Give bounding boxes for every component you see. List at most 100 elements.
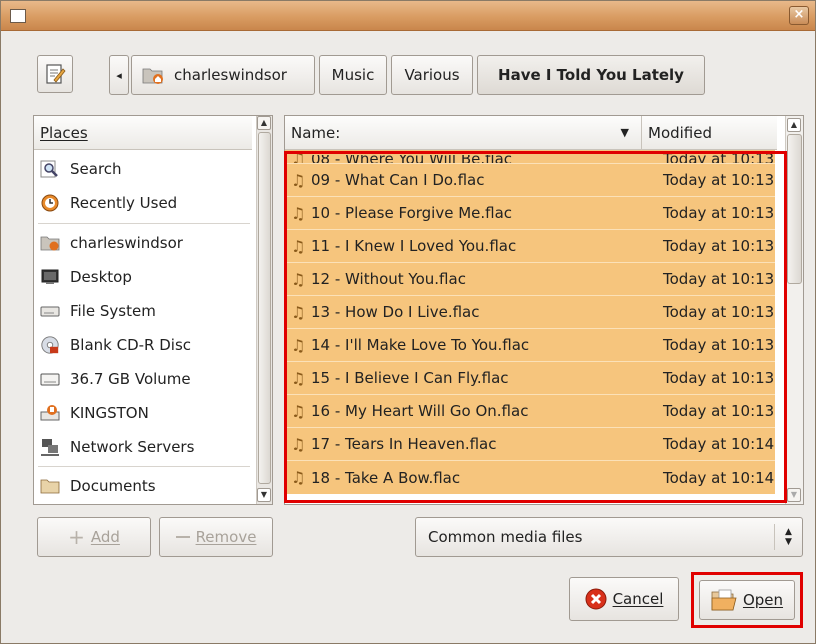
scroll-down-icon[interactable]: ▼ [257, 488, 271, 502]
column-modified-label: Modified [648, 123, 713, 142]
sidebar-item-volume[interactable]: 36.7 GB Volume [34, 362, 252, 396]
breadcrumb-current[interactable]: Have I Told You Lately [477, 55, 705, 95]
sidebar-item-label: File System [70, 302, 156, 320]
sidebar-item-blank-cd[interactable]: Blank CD-R Disc [34, 328, 252, 362]
titlebar: × [1, 1, 815, 31]
remove-bookmark-button[interactable]: Remove [159, 517, 273, 557]
sidebar-item-desktop[interactable]: Desktop [34, 260, 252, 294]
file-row[interactable]: ♫ 15 - I Believe I Can Fly.flac Today at… [285, 362, 775, 395]
music-file-icon: ♫ [291, 203, 306, 223]
music-file-icon: ♫ [291, 269, 306, 289]
edit-location-icon [46, 64, 66, 84]
places-scroll-thumb[interactable] [258, 132, 271, 484]
sidebar-item-label: KINGSTON [70, 404, 149, 422]
file-row[interactable]: ♫ 18 - Take A Bow.flac Today at 10:14 [285, 461, 775, 494]
music-file-icon: ♫ [291, 468, 306, 487]
places-scrollbar[interactable]: ▲ ▼ [256, 116, 272, 504]
recent-icon [40, 193, 60, 213]
remove-icon [175, 536, 190, 538]
breadcrumb-various[interactable]: Various [391, 55, 473, 95]
sidebar-item-label: charleswindsor [70, 234, 183, 252]
file-modified: Today at 10:14 [663, 468, 775, 487]
file-modified: Today at 10:13 [663, 369, 775, 387]
sidebar-item-network[interactable]: Network Servers [34, 430, 252, 464]
window-icon[interactable] [10, 9, 26, 23]
music-file-icon: ♫ [291, 335, 306, 355]
file-name: 10 - Please Forgive Me.flac [311, 204, 513, 222]
breadcrumb-music[interactable]: Music [319, 55, 387, 95]
path-back-button[interactable]: ◂ [109, 55, 129, 95]
file-row[interactable]: ♫ 10 - Please Forgive Me.flac Today at 1… [285, 197, 775, 230]
file-row[interactable]: ♫ 11 - I Knew I Loved You.flac Today at … [285, 230, 775, 263]
sidebar-item-recently-used[interactable]: Recently Used [34, 186, 252, 220]
home-folder-icon [40, 233, 60, 253]
places-separator [38, 223, 250, 224]
add-bookmark-button[interactable]: + Add [37, 517, 151, 557]
file-modified: Today at 10:13 [663, 303, 775, 321]
file-type-filter-select[interactable]: Common media files ▲ ▼ [415, 517, 803, 557]
network-icon [40, 437, 60, 457]
column-name-label: Name: [291, 123, 341, 142]
sidebar-item-home[interactable]: charleswindsor [34, 226, 252, 260]
file-name: 11 - I Knew I Loved You.flac [311, 237, 517, 255]
breadcrumb-label: Various [404, 66, 460, 84]
open-folder-icon [711, 589, 737, 611]
cancel-icon [585, 588, 607, 610]
sidebar-item-documents[interactable]: Documents [34, 469, 252, 503]
file-row[interactable]: ♫ 16 - My Heart Will Go On.flac Today at… [285, 395, 775, 428]
file-row[interactable]: ♫ 12 - Without You.flac Today at 10:13 [285, 263, 775, 296]
remove-label: Remove [195, 528, 257, 546]
folder-icon [40, 476, 60, 496]
file-row[interactable]: ♫ 14 - I'll Make Love To You.flac Today … [285, 329, 775, 362]
file-row-partial[interactable]: ♫ 08 - Where You Will Be.flac Today at 1… [285, 150, 775, 164]
sidebar-item-kingston[interactable]: KINGSTON [34, 396, 252, 430]
places-header-label: Places [40, 123, 88, 142]
cancel-button[interactable]: Cancel [569, 577, 679, 621]
chevron-left-icon: ◂ [116, 68, 122, 82]
scroll-up-icon[interactable]: ▲ [257, 116, 271, 130]
music-file-icon: ♫ [291, 401, 306, 421]
places-header[interactable]: Places [34, 116, 252, 150]
breadcrumb-home[interactable]: charleswindsor [131, 55, 315, 95]
file-row[interactable]: ♫ 13 - How Do I Live.flac Today at 10:13 [285, 296, 775, 329]
sidebar-item-label: 36.7 GB Volume [70, 370, 191, 388]
sidebar-item-label: Recently Used [70, 194, 178, 212]
column-header-name[interactable]: Name: ▼ [285, 116, 641, 150]
combo-arrows-icon: ▲ ▼ [774, 524, 802, 550]
column-header-modified[interactable]: Modified [641, 116, 777, 150]
sidebar-item-label: Documents [70, 477, 156, 495]
scroll-up-icon[interactable]: ▲ [787, 118, 801, 132]
file-row[interactable]: ♫ 17 - Tears In Heaven.flac Today at 10:… [285, 428, 775, 461]
drive-icon [40, 301, 60, 321]
close-icon[interactable]: × [789, 6, 809, 25]
music-file-icon: ♫ [291, 434, 306, 454]
music-file-icon: ♫ [291, 236, 306, 256]
file-name: 14 - I'll Make Love To You.flac [311, 336, 530, 354]
breadcrumb-label: Music [331, 66, 375, 84]
breadcrumb-label: Have I Told You Lately [498, 66, 684, 84]
file-modified: Today at 10:14 [663, 435, 775, 453]
desktop-icon [40, 267, 60, 287]
open-button[interactable]: Open [699, 580, 795, 620]
places-sidebar: Places Search Recently Used charleswinds… [33, 115, 273, 505]
sidebar-item-search[interactable]: Search [34, 152, 252, 186]
file-name: 18 - Take A Bow.flac [311, 468, 461, 487]
file-row[interactable]: ♫ 09 - What Can I Do.flac Today at 10:13 [285, 164, 775, 197]
home-folder-icon [142, 68, 163, 84]
sidebar-item-label: Desktop [70, 268, 132, 286]
edit-location-button[interactable] [37, 55, 73, 93]
music-file-icon: ♫ [291, 368, 306, 388]
file-modified: Today at 10:13 [663, 237, 775, 255]
sidebar-item-label: Search [70, 160, 122, 178]
sidebar-item-label: Network Servers [70, 438, 195, 456]
places-separator [38, 466, 250, 467]
files-scrollbar[interactable]: ▲ ▼ [785, 116, 803, 504]
file-name: 16 - My Heart Will Go On.flac [311, 402, 529, 420]
sidebar-item-file-system[interactable]: File System [34, 294, 252, 328]
files-scroll-thumb[interactable] [787, 134, 802, 284]
file-name: 17 - Tears In Heaven.flac [311, 435, 497, 453]
sort-down-icon: ▼ [620, 126, 629, 139]
search-icon [40, 159, 60, 179]
usb-drive-icon [40, 403, 60, 423]
scroll-down-icon[interactable]: ▼ [787, 488, 801, 502]
